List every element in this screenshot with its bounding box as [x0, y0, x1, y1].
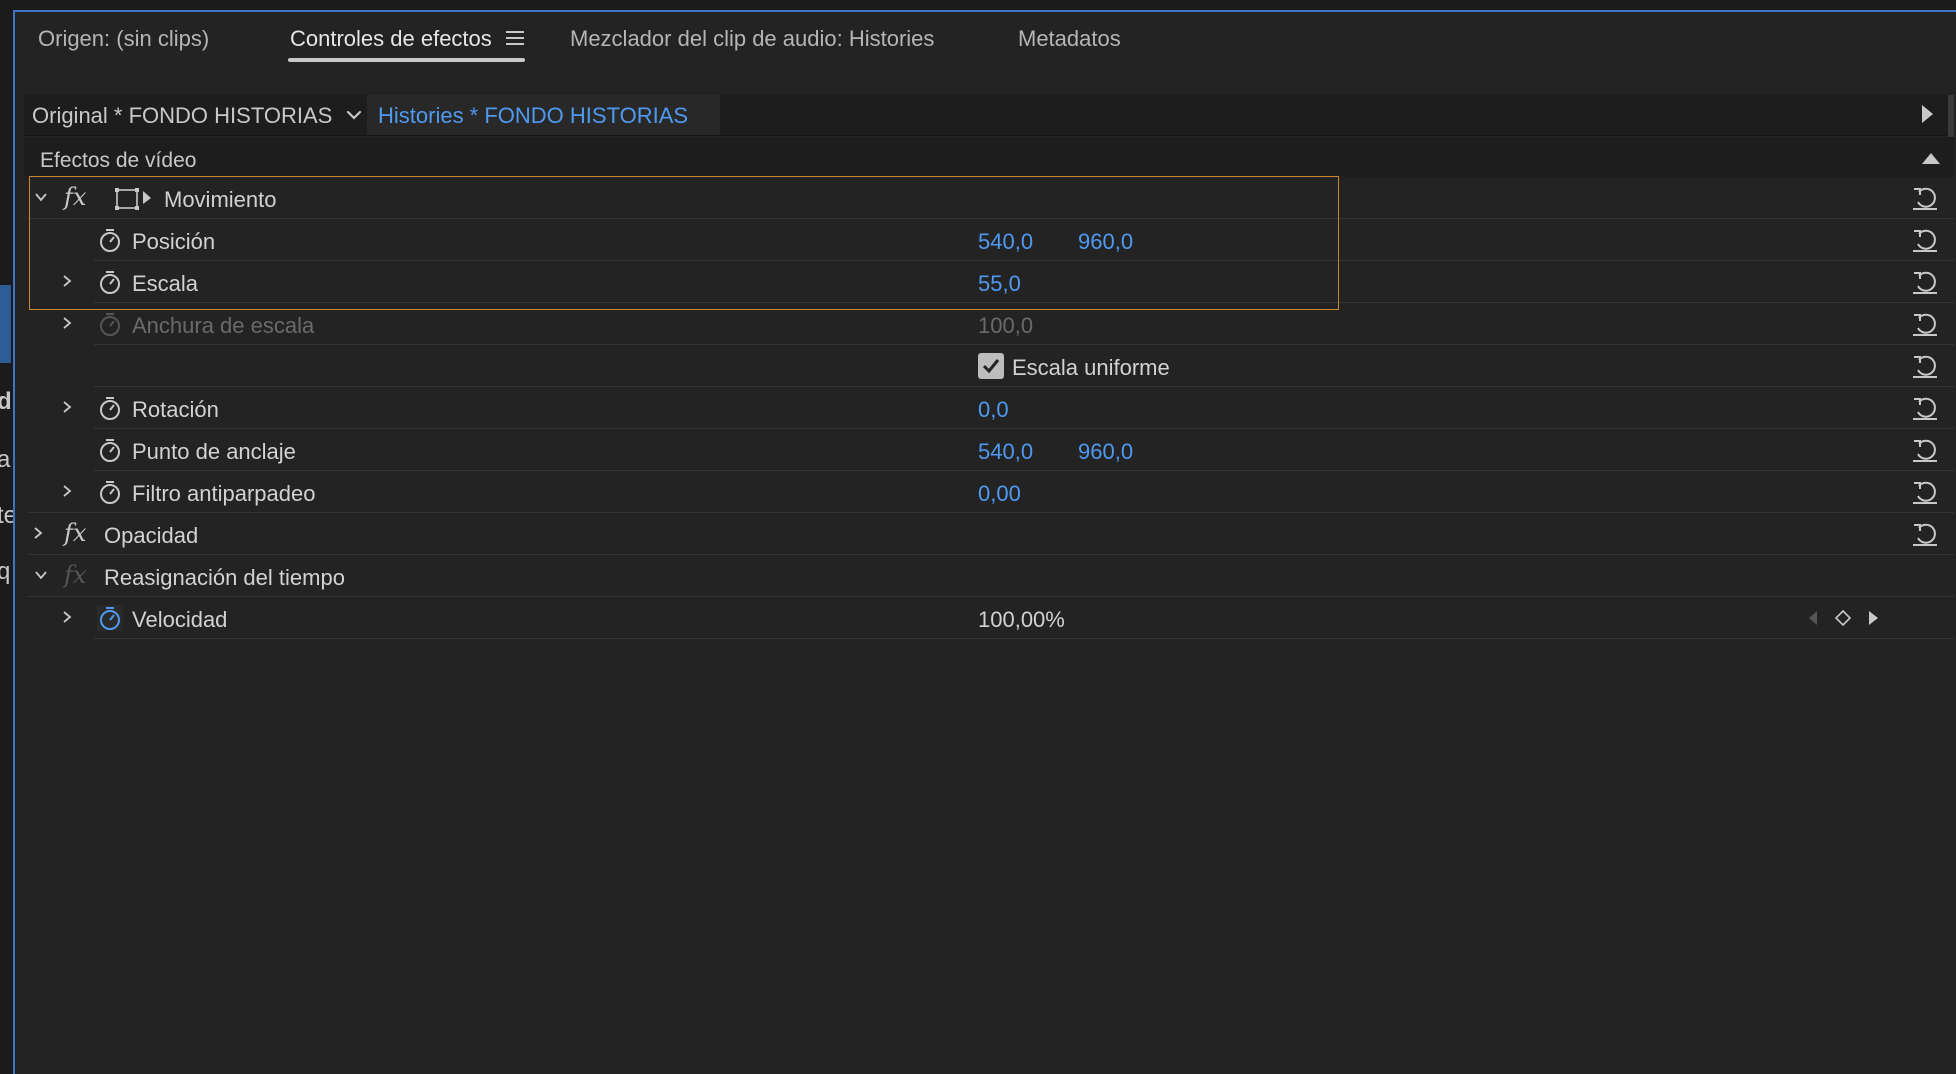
reset-icon[interactable] [1910, 519, 1940, 549]
chevron-down-icon[interactable] [342, 103, 366, 127]
section-title: Efectos de vídeo [40, 149, 197, 172]
anchor-y-value[interactable]: 960,0 [1078, 439, 1133, 465]
window-top-strip [0, 0, 1956, 10]
reset-icon[interactable] [1910, 267, 1940, 297]
effect-row-opacidad: fx Opacidad [24, 513, 1954, 555]
original-clip-label[interactable]: Original * FONDO HISTORIAS [32, 103, 332, 129]
reset-icon[interactable] [1910, 477, 1940, 507]
antiflicker-value[interactable]: 0,00 [978, 481, 1021, 507]
effect-label: Opacidad [104, 523, 199, 548]
stopwatch-icon[interactable] [97, 605, 123, 631]
scale-width-value: 100,0 [978, 313, 1034, 338]
fx-icon: fx [64, 561, 87, 589]
property-label: Posición [132, 229, 216, 254]
chevron-right-icon[interactable] [30, 525, 46, 541]
property-row-rotacion: Rotación 0,0 [24, 387, 1954, 429]
chevron-right-icon[interactable] [59, 609, 75, 625]
speed-value[interactable]: 100,00% [978, 607, 1065, 633]
video-effects-header: Efectos de vídeo [24, 137, 1954, 177]
chevron-down-icon[interactable] [33, 189, 49, 205]
tab-metadata[interactable]: Metadatos [1018, 26, 1121, 52]
stopwatch-icon[interactable] [97, 437, 123, 463]
property-label: Filtro antiparpadeo [132, 481, 316, 506]
property-label: Anchura de escala [132, 313, 315, 338]
tab-audio-clip-mixer[interactable]: Mezclador del clip de audio: Histories [570, 26, 934, 52]
property-label: Punto de anclaje [132, 439, 296, 464]
effect-row-reasignacion: fx Reasignación del tiempo [24, 555, 1954, 597]
reset-icon[interactable] [1910, 435, 1940, 465]
property-label: Velocidad [132, 607, 228, 632]
play-triangle-icon[interactable] [1922, 105, 1933, 123]
clipped-letter: d [0, 388, 12, 415]
position-x-value[interactable]: 540,0 [978, 229, 1033, 255]
property-label: Escala [132, 271, 199, 296]
anchor-x-value[interactable]: 540,0 [978, 439, 1033, 465]
stopwatch-icon[interactable] [97, 395, 123, 421]
chevron-right-icon[interactable] [59, 483, 75, 499]
adjacent-panel-edge: d a te q [0, 0, 17, 1074]
stopwatch-icon[interactable] [97, 479, 123, 505]
uniform-scale-checkbox[interactable] [978, 353, 1004, 379]
property-label: Rotación [132, 397, 219, 422]
fx-icon[interactable]: fx [64, 183, 86, 211]
property-row-posicion: Posición 540,0 960,0 [24, 219, 1954, 261]
reset-icon[interactable] [1910, 183, 1940, 213]
reset-icon[interactable] [1910, 351, 1940, 381]
property-row-velocidad: Velocidad 100,00% [24, 597, 1954, 639]
effect-row-movimiento: fx Movimiento [24, 177, 1954, 219]
next-keyframe-icon[interactable] [1865, 609, 1883, 627]
reset-icon[interactable] [1910, 225, 1940, 255]
reset-icon[interactable] [1910, 393, 1940, 423]
clipped-letter: a [0, 446, 11, 473]
tab-source[interactable]: Origen: (sin clips) [38, 26, 209, 52]
rotation-value[interactable]: 0,0 [978, 397, 1009, 423]
clip-selector-row: Original * FONDO HISTORIAS Histories * F… [24, 95, 1954, 136]
collapse-up-icon[interactable] [1922, 153, 1940, 164]
stopwatch-icon[interactable] [97, 227, 123, 253]
previous-keyframe-icon[interactable] [1804, 609, 1822, 627]
stopwatch-icon [97, 311, 123, 337]
chevron-down-icon[interactable] [33, 567, 49, 583]
reset-icon[interactable] [1910, 309, 1940, 339]
effect-label: Reasignación del tiempo [104, 565, 345, 590]
motion-transform-icon[interactable] [114, 187, 154, 211]
add-keyframe-icon[interactable] [1834, 609, 1852, 627]
tab-effect-controls[interactable]: Controles de efectos [290, 26, 492, 52]
active-tab-indicator [288, 58, 525, 62]
panel-menu-icon[interactable] [506, 28, 524, 46]
adjacent-panel-selection [0, 285, 11, 363]
chevron-right-icon[interactable] [59, 399, 75, 415]
stopwatch-icon[interactable] [97, 269, 123, 295]
property-row-filtro-antiparpadeo: Filtro antiparpadeo 0,00 [24, 471, 1954, 513]
checkbox-label: Escala uniforme [1012, 355, 1170, 380]
active-clip-label[interactable]: Histories * FONDO HISTORIAS [378, 103, 688, 129]
property-row-escala-uniforme: Escala uniforme [24, 345, 1954, 387]
chevron-right-icon[interactable] [59, 315, 75, 331]
position-y-value[interactable]: 960,0 [1078, 229, 1133, 255]
fx-icon[interactable]: fx [64, 519, 86, 547]
clipped-letter: q [0, 558, 11, 585]
property-row-escala: Escala 55,0 [24, 261, 1954, 303]
property-row-anchura-escala: Anchura de escala 100,0 [24, 303, 1954, 345]
chevron-right-icon[interactable] [59, 273, 75, 289]
scale-value[interactable]: 55,0 [978, 271, 1021, 297]
effect-label: Movimiento [164, 187, 277, 212]
property-row-punto-anclaje: Punto de anclaje 540,0 960,0 [24, 429, 1954, 471]
